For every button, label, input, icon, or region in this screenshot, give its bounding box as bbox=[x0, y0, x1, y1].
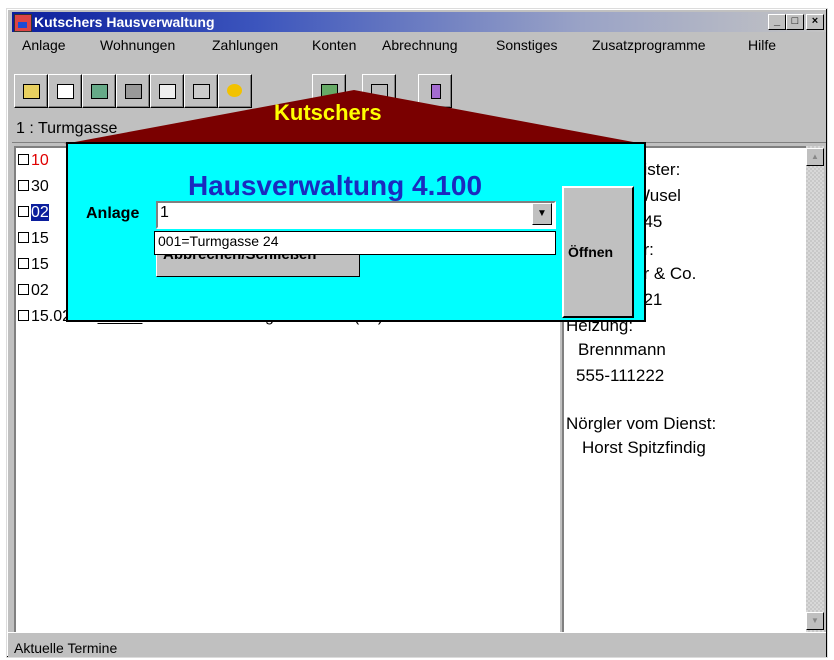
menu-anlage[interactable]: Anlage bbox=[22, 37, 66, 53]
open-folder-button[interactable] bbox=[14, 74, 48, 108]
anlage-combobox[interactable] bbox=[156, 201, 556, 229]
contact-phone: 555-111222 bbox=[576, 366, 665, 385]
task-row[interactable]: 02 bbox=[18, 204, 49, 222]
task-checkbox[interactable] bbox=[18, 232, 29, 243]
menu-wohnungen[interactable]: Wohnungen bbox=[100, 37, 175, 53]
task-row[interactable]: 10 bbox=[18, 152, 49, 170]
dropdown-option[interactable]: 001=Turmgasse 24 bbox=[158, 233, 279, 249]
task-row[interactable]: 02 bbox=[18, 282, 49, 300]
menu-sonstiges[interactable]: Sonstiges bbox=[496, 37, 557, 53]
splash-title: Hausverwaltung 4.100 bbox=[187, 170, 483, 201]
app-icon[interactable] bbox=[14, 14, 32, 32]
status-bar bbox=[8, 632, 826, 657]
status-text: Aktuelle Termine bbox=[14, 640, 118, 656]
task-row[interactable]: 30 bbox=[18, 178, 49, 196]
close-button[interactable]: × bbox=[806, 14, 824, 30]
cancel-close-button[interactable]: Abbrechen/Schließen bbox=[156, 253, 360, 277]
menu-konten[interactable]: Konten bbox=[312, 37, 356, 53]
task-checkbox[interactable] bbox=[18, 284, 29, 295]
menu-zusatzprogramme[interactable]: Zusatzprogramme bbox=[592, 37, 706, 53]
scroll-up-button[interactable]: ▲ bbox=[806, 148, 824, 166]
task-checkbox[interactable] bbox=[18, 258, 29, 269]
task-row[interactable]: 15 bbox=[18, 256, 49, 274]
window-title: Kutschers Hausverwaltung bbox=[34, 14, 215, 30]
maximize-button[interactable]: □ bbox=[786, 14, 804, 30]
contact-label: Nörgler vom Dienst: bbox=[566, 414, 717, 433]
task-checkbox[interactable] bbox=[18, 154, 29, 165]
task-checkbox[interactable] bbox=[18, 310, 29, 321]
minimize-button[interactable]: _ bbox=[768, 14, 786, 30]
task-checkbox[interactable] bbox=[18, 180, 29, 191]
anlage-label: Anlage bbox=[86, 205, 140, 222]
task-row[interactable]: 15 bbox=[18, 230, 49, 248]
vertical-scrollbar[interactable] bbox=[806, 146, 824, 632]
task-checkbox[interactable] bbox=[18, 206, 29, 217]
contact-name: Horst Spitzfindig bbox=[582, 438, 706, 457]
open-button-label: Öffnen bbox=[568, 244, 614, 260]
splash-brand: Kutschers bbox=[274, 100, 382, 125]
chevron-down-icon[interactable]: ▼ bbox=[532, 203, 552, 225]
scroll-down-button[interactable]: ▼ bbox=[806, 612, 824, 630]
anlage-combobox-value[interactable]: 1 bbox=[160, 204, 169, 222]
menu-hilfe[interactable]: Hilfe bbox=[748, 37, 776, 53]
menu-abrechnung[interactable]: Abrechnung bbox=[382, 37, 458, 53]
contact-name: Brennmann bbox=[578, 340, 666, 359]
menu-zahlungen[interactable]: Zahlungen bbox=[212, 37, 278, 53]
folder-icon bbox=[23, 84, 40, 99]
